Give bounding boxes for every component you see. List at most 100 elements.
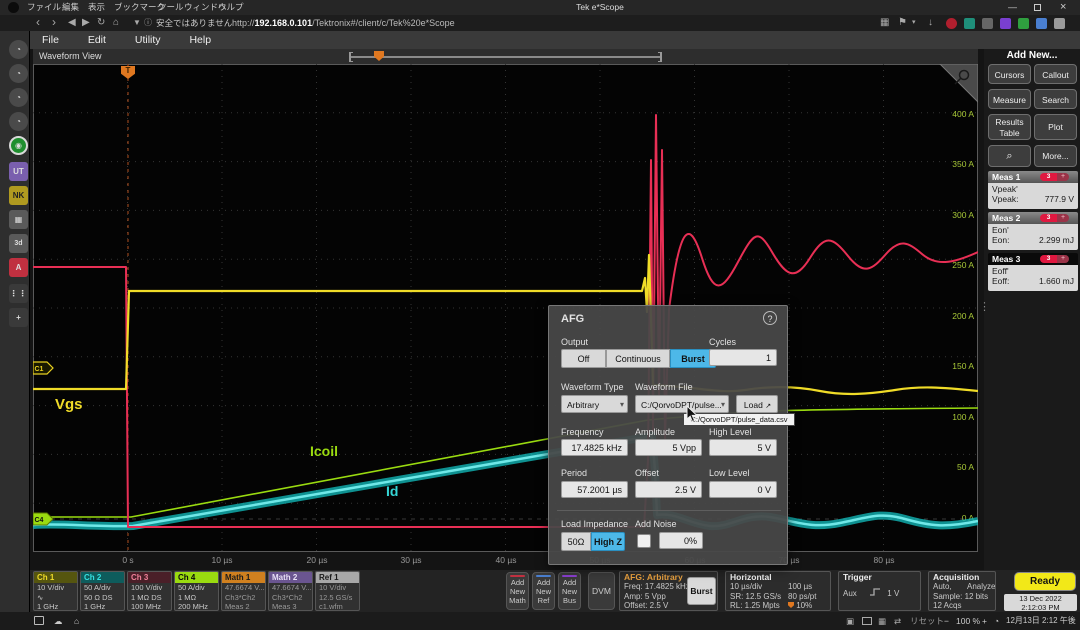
amplitude-field[interactable]: 5 Vpp — [635, 439, 702, 456]
ext-s-icon[interactable] — [964, 18, 975, 29]
app-menu-utility[interactable]: Utility — [135, 34, 161, 46]
more-button[interactable]: More... — [1034, 145, 1077, 167]
math2-badge[interactable]: Math 2 47.6674 V... Ch3*Ch2 Meas 3 — [268, 571, 313, 611]
output-continuous-button[interactable]: Continuous — [606, 349, 670, 368]
app-menu-edit[interactable]: Edit — [88, 34, 106, 46]
frequency-field[interactable]: 17.4825 kHz — [561, 439, 628, 456]
zoom-in-icon[interactable]: + — [982, 612, 987, 630]
next-icon[interactable]: ▶ — [82, 15, 90, 31]
cycles-field[interactable]: 1 — [709, 349, 777, 366]
maximize-icon[interactable] — [1034, 4, 1041, 11]
ch2-badge[interactable]: Ch 2 50 A/div 50 Ω DS 1 GHz — [80, 571, 125, 611]
app-menu-help[interactable]: Help — [189, 34, 211, 46]
panel-splitter-handle[interactable]: ⋮ — [979, 300, 990, 313]
close-icon[interactable]: × — [1060, 0, 1066, 15]
callout-button[interactable]: Callout — [1034, 64, 1077, 84]
zoom-out-icon[interactable]: − — [944, 612, 949, 630]
taskbar-sync-icon[interactable]: ⇄ — [894, 612, 901, 630]
download-icon[interactable]: ↓ — [928, 15, 933, 31]
dock-3d-icon[interactable]: 3d — [9, 234, 28, 253]
ch1-badge[interactable]: Ch 1 10 V/div ∿ 1 GHz — [33, 571, 78, 611]
ext-gray-icon[interactable] — [982, 18, 993, 29]
dock-a-icon[interactable]: A — [9, 258, 28, 277]
taskbar-monitor-icon[interactable] — [862, 617, 872, 625]
refresh-icon[interactable]: ↻ — [97, 15, 105, 31]
meas2-body[interactable]: Eon' Eon:2.299 mJ — [988, 224, 1078, 250]
reset-button[interactable]: リセット — [910, 612, 944, 630]
app-menu-file[interactable]: File — [42, 34, 59, 46]
output-off-button[interactable]: Off — [561, 349, 606, 368]
zoom-select-button[interactable]: ⌕ — [988, 145, 1031, 167]
ch3-badge[interactable]: Ch 3 100 V/div 1 MΩ DS 100 MHz — [127, 571, 172, 611]
trigger-badge[interactable]: Trigger Aux 1 V — [838, 571, 921, 611]
home-icon[interactable]: ⌂ — [113, 15, 119, 31]
browser-app-icon[interactable] — [8, 2, 19, 13]
cursors-button[interactable]: Cursors — [988, 64, 1031, 84]
pan-zoom-strip[interactable] — [349, 56, 662, 58]
taskbar-window-icon[interactable] — [34, 616, 44, 625]
menu-view-jp[interactable]: 表示 — [88, 0, 105, 15]
afg-burst-button[interactable]: Burst — [687, 577, 716, 605]
meas2-add-icon[interactable]: + — [1057, 214, 1069, 222]
minimize-icon[interactable]: — — [1008, 0, 1017, 15]
impedance-50-button[interactable]: 50Ω — [561, 532, 591, 551]
add-new-bus-button[interactable]: Add New Bus — [558, 572, 581, 610]
dock-tab-icon-4[interactable]: ◔ — [9, 112, 28, 131]
grid-panels-icon[interactable]: ▦ — [880, 15, 889, 31]
ext-green-icon[interactable] — [1018, 18, 1029, 29]
low-level-field[interactable]: 0 V — [709, 481, 777, 498]
horizontal-badge[interactable]: Horizontal 10 µs/div100 µs SR: 12.5 GS/s… — [725, 571, 831, 611]
afg-dialog[interactable]: AFG ? Output Off Continuous Burst Cycles… — [548, 305, 788, 565]
chevron-down-icon[interactable]: ▾ — [912, 15, 916, 31]
load-button[interactable]: Load ↗ — [736, 395, 778, 413]
pan-zoom-right-bracket[interactable] — [658, 52, 662, 62]
ext-arrow-icon[interactable] — [1036, 18, 1047, 29]
dvm-button[interactable]: DVM — [588, 572, 615, 610]
high-level-field[interactable]: 5 V — [709, 439, 777, 456]
dock-tab-icon-3[interactable]: ◔ — [9, 88, 28, 107]
pan-zoom-left-bracket[interactable] — [349, 52, 353, 62]
menu-help-jp[interactable]: ヘルプ — [218, 0, 244, 15]
zoom-level[interactable]: 100 % — [956, 612, 980, 630]
ext-red-icon[interactable] — [946, 18, 957, 29]
forward-icon[interactable]: › — [52, 14, 56, 30]
offset-field[interactable]: 2.5 V — [635, 481, 702, 498]
ch4-badge[interactable]: Ch 4 50 A/div 1 MΩ 200 MHz — [174, 571, 219, 611]
dock-grid-icon[interactable]: ⋮⋮ — [9, 284, 28, 303]
taskbar-cloud-icon[interactable]: ☁ — [54, 612, 63, 630]
ref1-badge[interactable]: Ref 1 10 V/div 12.5 GS/s c1.wfm — [315, 571, 360, 611]
meas1-body[interactable]: Vpeak' Vpeak:777.9 V — [988, 183, 1078, 209]
ext-purple-icon[interactable] — [1000, 18, 1011, 29]
help-icon[interactable]: ? — [763, 311, 777, 325]
acquisition-badge[interactable]: Acquisition Auto,Analyze Sample: 12 bits… — [928, 571, 996, 611]
add-noise-checkbox[interactable] — [637, 534, 651, 548]
waveform-type-dropdown[interactable]: Arbitrary▾ — [561, 395, 628, 413]
dock-qr-icon[interactable]: ▦ — [9, 210, 28, 229]
bookmark-icon[interactable]: ⚑ — [898, 15, 907, 31]
waveform-file-dropdown[interactable]: C:/QorvoDPT/pulse...▾ — [635, 395, 729, 413]
menu-file-jp[interactable]: ファイル — [27, 0, 61, 15]
url-bar[interactable]: http://192.168.0.101/Tektronix#/client/c… — [232, 15, 455, 31]
add-new-ref-button[interactable]: Add New Ref — [532, 572, 555, 610]
menu-edit-jp[interactable]: 編集 — [62, 0, 79, 15]
period-field[interactable]: 57.2001 µs — [561, 481, 628, 498]
channel-marker-c1[interactable]: C1 — [33, 362, 53, 374]
taskbar-camera-icon[interactable]: ▣ — [846, 612, 854, 630]
dock-ut-icon[interactable]: UT — [9, 162, 28, 181]
meas3-body[interactable]: Eoff' Eoff:1.660 mJ — [988, 265, 1078, 291]
measure-button[interactable]: Measure — [988, 89, 1031, 109]
prev-icon[interactable]: ◀ — [68, 15, 76, 31]
taskbar-home-icon[interactable]: ⌂ — [74, 612, 79, 630]
plot-button[interactable]: Plot — [1034, 114, 1077, 140]
meas3-add-icon[interactable]: + — [1057, 255, 1069, 263]
results-table-button[interactable]: Results Table — [988, 114, 1031, 140]
back-icon[interactable]: ‹ — [36, 14, 40, 30]
dock-tab-icon-2[interactable]: ◔ — [9, 64, 28, 83]
menu-tools-jp[interactable]: ツール — [158, 0, 184, 15]
info-icon[interactable]: ⓘ — [144, 15, 152, 31]
noise-level-field[interactable]: 0% — [659, 532, 703, 549]
impedance-highz-button[interactable]: High Z — [591, 532, 625, 551]
taskbar-image-icon[interactable]: ▦ — [878, 612, 886, 630]
zoom-corner-icon[interactable] — [940, 64, 978, 102]
search-button[interactable]: Search — [1034, 89, 1077, 109]
